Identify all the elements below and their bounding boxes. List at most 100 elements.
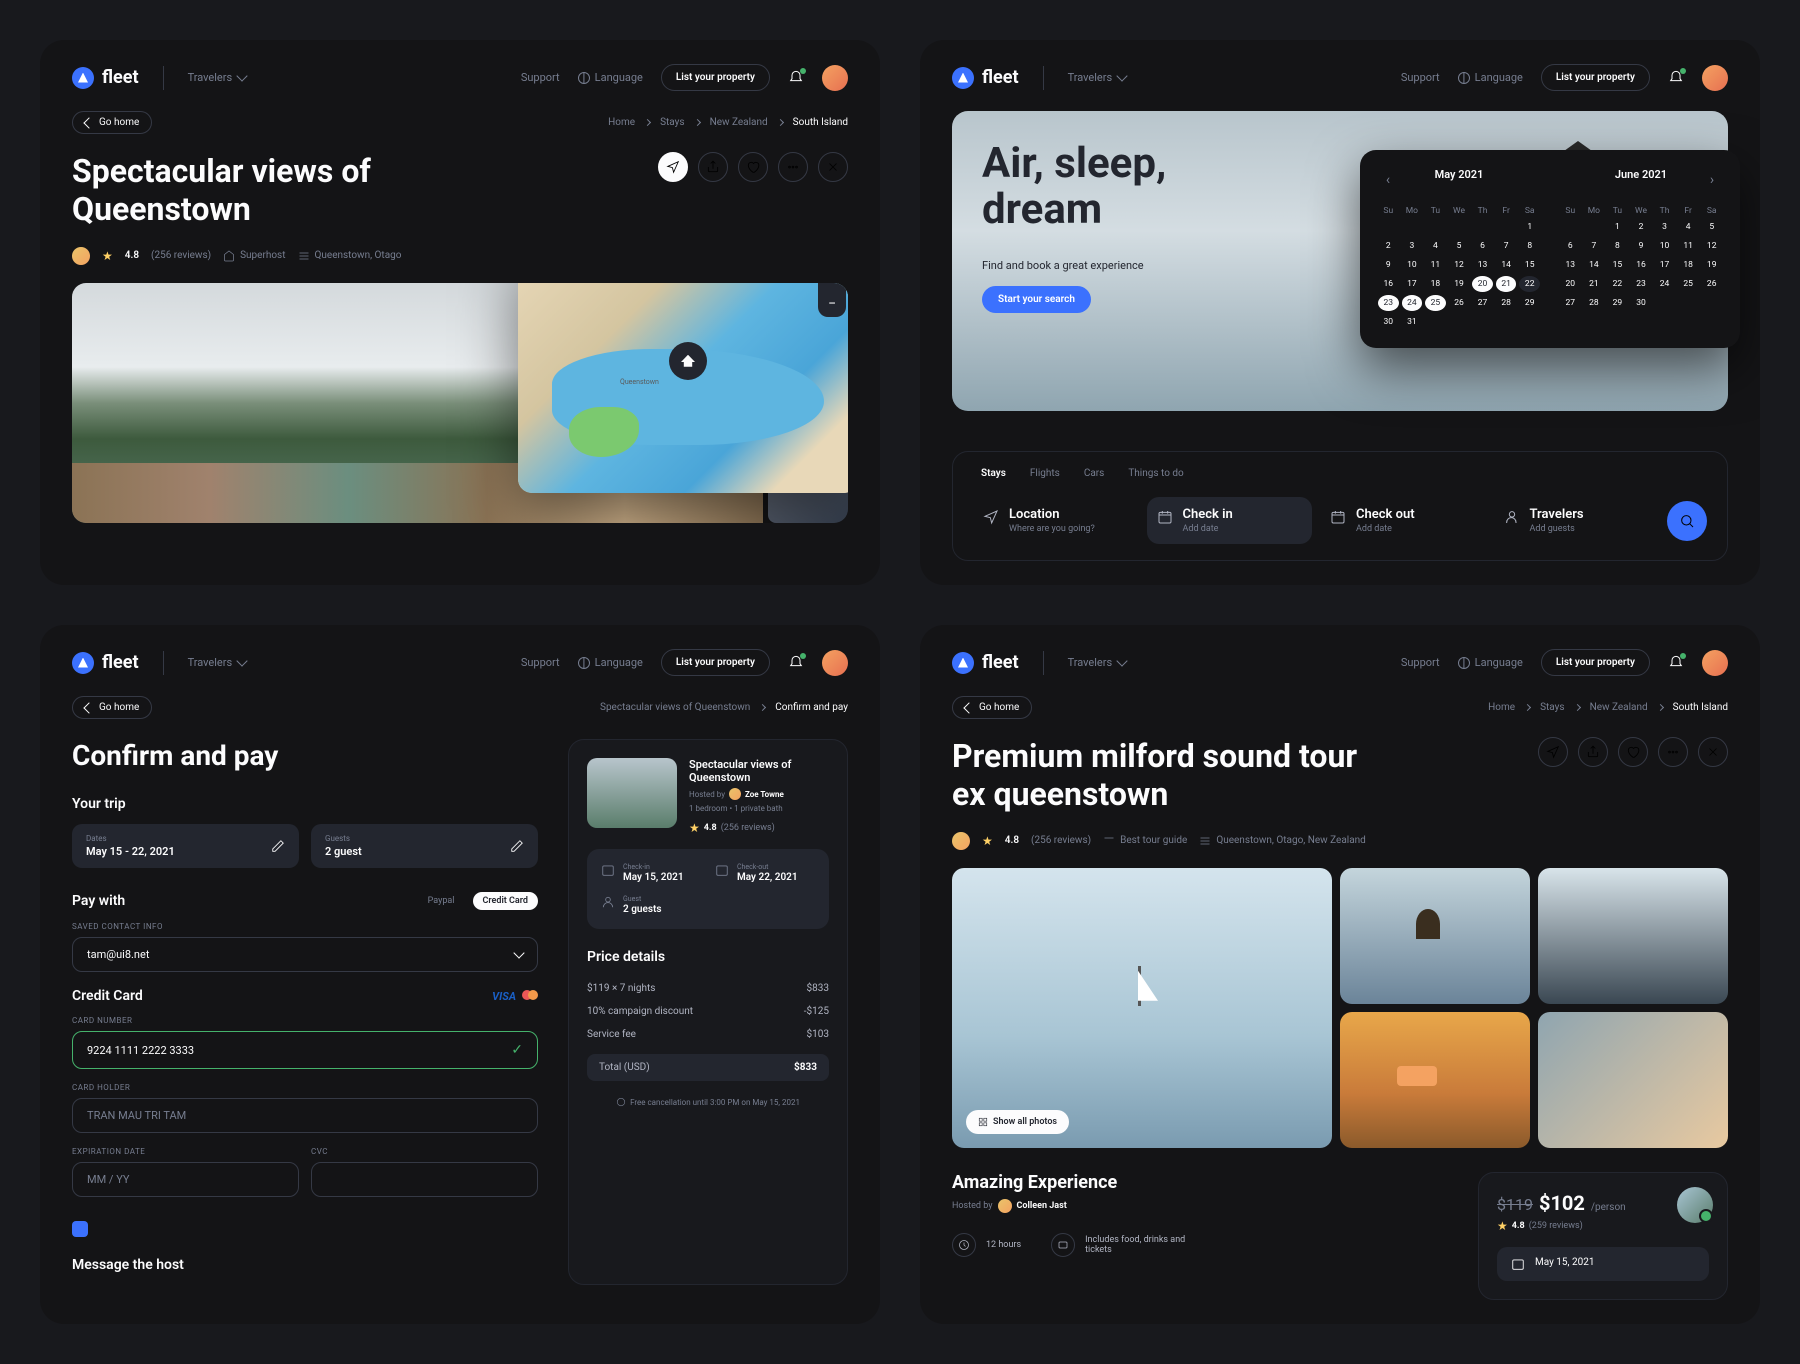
support-link[interactable]: Support bbox=[1401, 71, 1440, 84]
calendar-day[interactable]: 6 bbox=[1472, 238, 1493, 254]
breadcrumb-item[interactable]: Home bbox=[1488, 702, 1515, 713]
language-link[interactable]: Language bbox=[1458, 656, 1523, 669]
calendar-day[interactable]: 24 bbox=[1402, 295, 1423, 311]
calendar-day[interactable]: 6 bbox=[1560, 238, 1581, 254]
go-home-button[interactable]: Go home bbox=[952, 696, 1032, 719]
user-avatar[interactable] bbox=[1702, 650, 1728, 676]
travelers-dropdown[interactable]: Travelers bbox=[1068, 71, 1127, 84]
calendar-day[interactable]: 9 bbox=[1378, 257, 1399, 273]
prev-month-button[interactable]: ‹ bbox=[1378, 170, 1398, 190]
calendar-day[interactable]: 27 bbox=[1560, 295, 1581, 311]
host-avatar[interactable] bbox=[952, 832, 970, 850]
notification-icon[interactable] bbox=[788, 655, 804, 671]
share-button[interactable] bbox=[698, 152, 728, 182]
calendar-day[interactable]: 11 bbox=[1425, 257, 1446, 273]
calendar-day[interactable]: 1 bbox=[1519, 219, 1540, 235]
calendar-day[interactable]: 4 bbox=[1678, 219, 1699, 235]
calendar-day[interactable]: 11 bbox=[1678, 238, 1699, 254]
support-link[interactable]: Support bbox=[521, 656, 560, 669]
calendar-day[interactable]: 5 bbox=[1701, 219, 1722, 235]
language-link[interactable]: Language bbox=[578, 656, 643, 669]
calendar-day[interactable]: 8 bbox=[1607, 238, 1628, 254]
next-month-button[interactable]: › bbox=[1702, 170, 1722, 190]
favorite-button[interactable] bbox=[738, 152, 768, 182]
calendar-day[interactable]: 5 bbox=[1449, 238, 1470, 254]
calendar-day[interactable]: 25 bbox=[1678, 276, 1699, 292]
cvc-input[interactable] bbox=[311, 1162, 538, 1197]
more-button[interactable] bbox=[1658, 737, 1688, 767]
list-property-button[interactable]: List your property bbox=[661, 64, 770, 91]
logo[interactable]: fleet bbox=[72, 67, 139, 89]
go-home-button[interactable]: Go home bbox=[72, 696, 152, 719]
calendar-day[interactable]: 15 bbox=[1607, 257, 1628, 273]
calendar-day[interactable]: 15 bbox=[1519, 257, 1540, 273]
travelers-dropdown[interactable]: Travelers bbox=[1068, 656, 1127, 669]
credit-card-tab[interactable]: Credit Card bbox=[473, 892, 539, 910]
calendar-day[interactable]: 16 bbox=[1378, 276, 1399, 292]
calendar-day[interactable]: 7 bbox=[1496, 238, 1517, 254]
calendar-day[interactable]: 12 bbox=[1449, 257, 1470, 273]
calendar-day[interactable]: 21 bbox=[1496, 276, 1517, 292]
show-all-photos-button[interactable]: Show all photos bbox=[966, 1110, 1069, 1134]
gallery-thumbnail[interactable] bbox=[1340, 1012, 1530, 1148]
calendar-day[interactable]: 29 bbox=[1519, 295, 1540, 311]
booking-date-picker[interactable]: May 15, 2021 bbox=[1497, 1247, 1709, 1281]
favorite-button[interactable] bbox=[1618, 737, 1648, 767]
list-property-button[interactable]: List your property bbox=[661, 649, 770, 676]
list-property-button[interactable]: List your property bbox=[1541, 649, 1650, 676]
share-button[interactable] bbox=[1578, 737, 1608, 767]
breadcrumb-item[interactable]: New Zealand bbox=[1590, 702, 1648, 713]
user-avatar[interactable] bbox=[1702, 65, 1728, 91]
host-avatar-badge[interactable] bbox=[1677, 1187, 1713, 1223]
calendar-day[interactable]: 31 bbox=[1402, 314, 1423, 330]
calendar-day[interactable]: 17 bbox=[1654, 257, 1675, 273]
calendar-day[interactable]: 9 bbox=[1631, 238, 1652, 254]
tab-cars[interactable]: Cars bbox=[1084, 468, 1105, 479]
close-button[interactable] bbox=[1698, 737, 1728, 767]
calendar-day[interactable]: 29 bbox=[1607, 295, 1628, 311]
calendar-day[interactable]: 28 bbox=[1584, 295, 1605, 311]
calendar-day[interactable]: 2 bbox=[1631, 219, 1652, 235]
user-avatar[interactable] bbox=[822, 650, 848, 676]
calendar-day[interactable]: 19 bbox=[1449, 276, 1470, 292]
calendar-day[interactable]: 20 bbox=[1472, 276, 1493, 292]
calendar-day[interactable]: 3 bbox=[1654, 219, 1675, 235]
notification-icon[interactable] bbox=[1668, 70, 1684, 86]
calendar-day[interactable]: 26 bbox=[1449, 295, 1470, 311]
calendar-day[interactable]: 2 bbox=[1378, 238, 1399, 254]
dates-box[interactable]: DatesMay 15 - 22, 2021 bbox=[72, 824, 299, 868]
navigate-button[interactable] bbox=[1538, 737, 1568, 767]
gallery-thumbnail[interactable] bbox=[1538, 868, 1728, 1004]
calendar-day[interactable]: 8 bbox=[1519, 238, 1540, 254]
calendar-day[interactable]: 14 bbox=[1496, 257, 1517, 273]
go-home-button[interactable]: Go home bbox=[72, 111, 152, 134]
calendar-day[interactable]: 14 bbox=[1584, 257, 1605, 273]
calendar-day[interactable]: 1 bbox=[1607, 219, 1628, 235]
calendar-day[interactable]: 28 bbox=[1496, 295, 1517, 311]
user-avatar[interactable] bbox=[822, 65, 848, 91]
breadcrumb-item[interactable]: Stays bbox=[660, 117, 684, 128]
calendar-day[interactable]: 13 bbox=[1560, 257, 1581, 273]
tab-stays[interactable]: Stays bbox=[981, 468, 1006, 479]
search-button[interactable] bbox=[1667, 501, 1707, 541]
calendar-day[interactable]: 18 bbox=[1678, 257, 1699, 273]
calendar-day[interactable]: 19 bbox=[1701, 257, 1722, 273]
support-link[interactable]: Support bbox=[1401, 656, 1440, 669]
calendar-day[interactable]: 25 bbox=[1425, 295, 1446, 311]
card-holder-input[interactable] bbox=[72, 1098, 538, 1133]
navigate-button[interactable] bbox=[658, 152, 688, 182]
notification-icon[interactable] bbox=[1668, 655, 1684, 671]
zoom-out-button[interactable]: − bbox=[818, 291, 846, 317]
start-search-button[interactable]: Start your search bbox=[982, 286, 1091, 313]
calendar-day[interactable]: 26 bbox=[1701, 276, 1722, 292]
travelers-dropdown[interactable]: Travelers bbox=[188, 656, 247, 669]
gallery-thumbnail[interactable] bbox=[1538, 1012, 1728, 1148]
calendar-day[interactable]: 27 bbox=[1472, 295, 1493, 311]
zoom-in-button[interactable]: + bbox=[818, 283, 846, 291]
tab-things[interactable]: Things to do bbox=[1128, 468, 1183, 479]
expiration-input[interactable] bbox=[72, 1162, 299, 1197]
breadcrumb-item[interactable]: Spectacular views of Queenstown bbox=[600, 702, 750, 713]
gallery-main-image[interactable]: Show all photos bbox=[952, 868, 1332, 1148]
calendar-day[interactable]: 16 bbox=[1631, 257, 1652, 273]
logo[interactable]: fleet bbox=[952, 652, 1019, 674]
